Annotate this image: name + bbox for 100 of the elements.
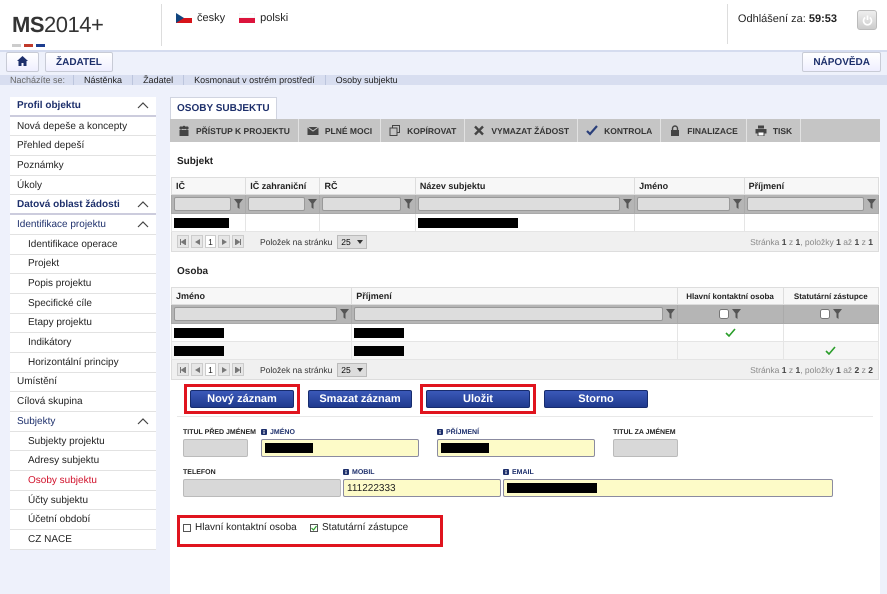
input-field[interactable] (183, 439, 248, 457)
language-link[interactable]: polski (239, 11, 288, 25)
filter-icon[interactable] (867, 199, 876, 209)
checkbox[interactable]: Statutární zástupce (310, 522, 437, 533)
column-header[interactable]: Příjmení (352, 288, 677, 304)
sidebar-item[interactable]: Indikátory (10, 333, 156, 353)
input-field[interactable] (613, 439, 678, 457)
column-header[interactable]: RČ (320, 178, 416, 194)
page-size-dropdown[interactable]: 25 (337, 362, 368, 376)
column-header[interactable]: Hlavní kontaktní osoba (677, 288, 784, 304)
sidebar-item[interactable]: Cílová skupina (10, 392, 156, 412)
tab[interactable]: OSOBY SUBJEKTU (170, 97, 277, 119)
breadcrumb-link[interactable]: Osoby subjektu (324, 75, 408, 85)
filter-field[interactable] (418, 197, 620, 211)
sidebar-item[interactable]: Subjekty projektu (10, 432, 156, 452)
sidebar-item[interactable]: Specifické cíle (10, 294, 156, 314)
column-header[interactable]: IČ (172, 178, 246, 194)
action-button[interactable]: Smazat záznam (308, 390, 412, 408)
next-page-button[interactable] (218, 363, 230, 376)
column-header[interactable]: Jméno (634, 178, 744, 194)
breadcrumb-link[interactable]: Kosmonaut v ostrém prostředí (183, 75, 325, 85)
filter-checkbox[interactable] (820, 309, 830, 319)
input-field[interactable] (503, 479, 833, 497)
filter-icon[interactable] (234, 199, 244, 209)
page-number[interactable]: 1 (205, 235, 216, 248)
nav-button[interactable]: ŽADATEL (45, 52, 113, 72)
sidebar-item[interactable]: Identifikace operace (10, 234, 156, 254)
last-page-button[interactable] (232, 363, 244, 376)
previous-page-button[interactable] (191, 235, 203, 248)
filter-icon[interactable] (732, 199, 742, 209)
filter-icon[interactable] (832, 309, 842, 319)
next-page-button[interactable] (218, 235, 230, 248)
sidebar-item[interactable]: Adresy subjektu (10, 451, 156, 472)
chevron-up-icon[interactable] (137, 220, 149, 228)
filter-icon[interactable] (732, 309, 742, 319)
filter-field[interactable] (322, 197, 401, 211)
sidebar-item[interactable]: Poznámky (10, 156, 156, 176)
last-page-button[interactable] (232, 235, 244, 248)
action-button[interactable]: Uložit (426, 390, 530, 408)
sidebar-item[interactable]: Umístění (10, 372, 156, 392)
first-page-button[interactable] (177, 235, 189, 248)
filter-field[interactable] (354, 307, 662, 321)
breadcrumb-link[interactable]: Žadatel (132, 75, 184, 85)
sidebar-item[interactable]: Nová depeše a koncepty (10, 116, 156, 136)
filter-field[interactable] (174, 307, 338, 321)
column-header[interactable]: Příjmení (744, 178, 878, 194)
breadcrumb-link[interactable]: Nástěnka (73, 75, 132, 85)
printer-icon (754, 125, 767, 136)
sidebar-item[interactable]: Osoby subjektu (10, 471, 156, 491)
redaction-bar (174, 346, 224, 356)
filter-field[interactable] (174, 197, 232, 211)
filter-icon[interactable] (623, 199, 632, 209)
sidebar-item[interactable]: Popis projektu (10, 274, 156, 294)
sidebar-item[interactable]: Horizontální principy (10, 352, 156, 373)
first-page-button[interactable] (177, 363, 189, 376)
filter-checkbox[interactable] (719, 309, 730, 319)
sidebar-item[interactable]: Subjekty (10, 412, 156, 432)
filter-field[interactable] (248, 197, 306, 211)
next-icon (222, 238, 226, 244)
checkbox-icon[interactable] (183, 524, 191, 532)
previous-page-button[interactable] (191, 363, 203, 376)
filter-icon[interactable] (666, 309, 674, 319)
filter-icon[interactable] (340, 309, 350, 319)
sidebar-item[interactable]: CZ NACE (10, 530, 156, 550)
sidebar-item[interactable]: Účetní období (10, 510, 156, 530)
column-header[interactable]: IČ zahraniční (246, 178, 320, 194)
language-link[interactable]: česky (176, 11, 226, 25)
filter-icon[interactable] (308, 199, 318, 209)
input-field[interactable] (183, 479, 341, 497)
breadcrumb-label: Nacházíte se: (10, 75, 66, 85)
column-header[interactable]: Jméno (172, 288, 352, 304)
sidebar-item[interactable]: Etapy projektu (10, 314, 156, 334)
input-field[interactable] (261, 439, 419, 457)
page-size-dropdown[interactable]: 25 (337, 234, 368, 248)
sidebar-item[interactable]: Účty subjektu (10, 490, 156, 510)
home-button[interactable] (6, 52, 39, 72)
chevron-up-icon[interactable] (137, 200, 149, 208)
sidebar-item[interactable]: Datová oblast žádosti (10, 195, 156, 216)
sidebar-item[interactable]: Úkoly (10, 176, 156, 196)
sidebar-item[interactable]: Identifikace projektu (10, 215, 156, 235)
sidebar-item[interactable]: Profil objektu (10, 97, 156, 117)
column-header[interactable]: Název subjektu (415, 178, 635, 194)
checkbox[interactable]: Hlavní kontaktní osoba (183, 522, 310, 533)
sidebar-item[interactable]: Přehled depeší (10, 136, 156, 156)
column-header[interactable]: Statutární zástupce (783, 288, 878, 304)
checkbox-icon[interactable] (310, 524, 318, 532)
chevron-up-icon[interactable] (137, 418, 149, 425)
filter-icon[interactable] (404, 199, 413, 209)
input-field[interactable] (437, 439, 595, 457)
logout-button[interactable] (857, 10, 877, 30)
sidebar-item[interactable]: Projekt (10, 254, 156, 274)
action-button[interactable]: Nový záznam (190, 390, 294, 408)
filter-field[interactable] (746, 197, 864, 211)
chevron-up-icon[interactable] (137, 102, 149, 110)
action-button[interactable]: Storno (544, 390, 648, 408)
previous-icon (194, 366, 200, 372)
page-number[interactable]: 1 (205, 363, 216, 376)
filter-field[interactable] (637, 197, 730, 211)
help-button[interactable]: NÁPOVĚDA (802, 52, 881, 72)
input-field[interactable]: 111222333 (343, 479, 501, 497)
